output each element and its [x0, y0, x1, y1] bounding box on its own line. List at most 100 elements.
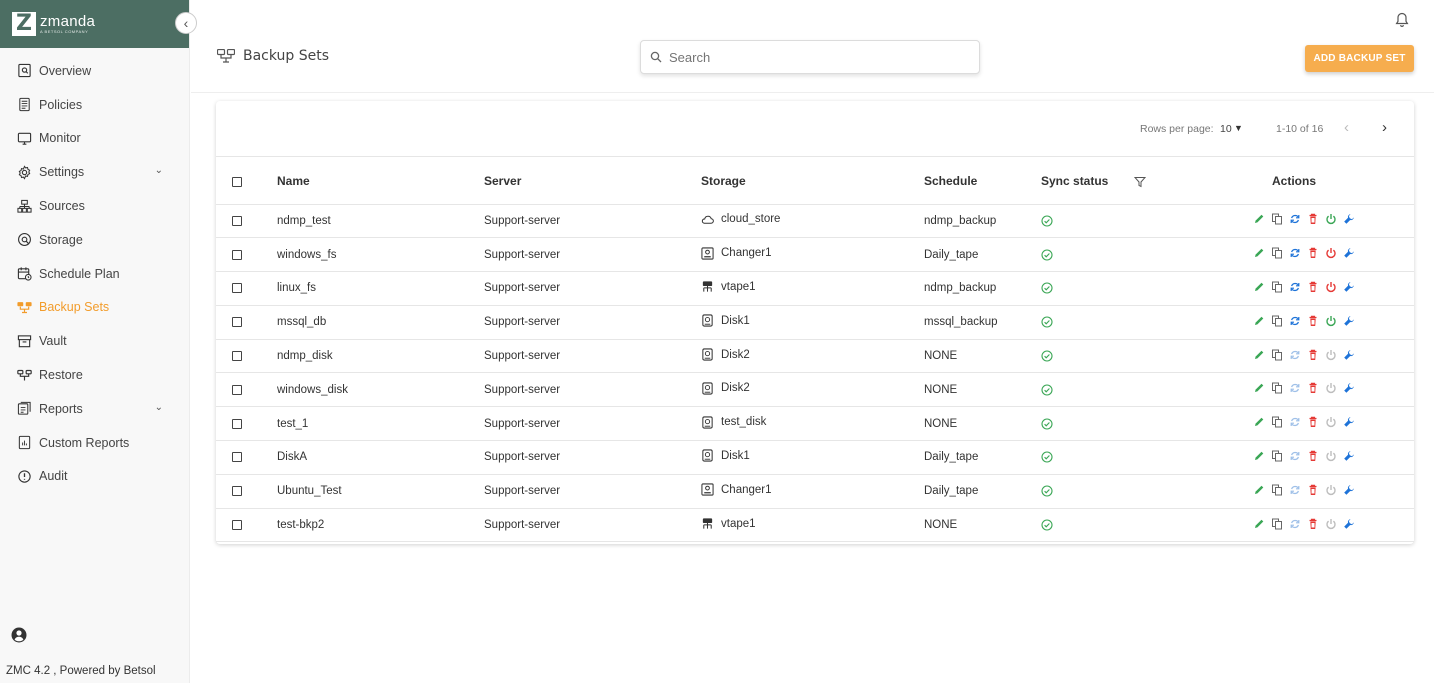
chevron-down-icon[interactable]: ⌄	[155, 402, 163, 413]
copy-icon[interactable]	[1271, 484, 1283, 496]
sync-icon[interactable]	[1289, 382, 1301, 394]
row-checkbox[interactable]	[232, 283, 242, 294]
row-checkbox[interactable]	[232, 351, 242, 362]
delete-icon[interactable]	[1307, 518, 1319, 530]
table-row[interactable]: linux_fs Support-server vtape1 ndmp_backup	[216, 271, 1414, 306]
edit-icon[interactable]	[1253, 382, 1265, 394]
wrench-icon[interactable]	[1343, 484, 1355, 496]
edit-icon[interactable]	[1253, 416, 1265, 428]
edit-icon[interactable]	[1253, 484, 1265, 496]
column-header-schedule[interactable]: Schedule	[924, 158, 1041, 205]
copy-icon[interactable]	[1271, 349, 1283, 361]
power-icon[interactable]	[1325, 315, 1337, 327]
wrench-icon[interactable]	[1343, 518, 1355, 530]
column-header-server[interactable]: Server	[484, 158, 701, 205]
copy-icon[interactable]	[1271, 450, 1283, 462]
copy-icon[interactable]	[1271, 518, 1283, 530]
sidebar-item-restore[interactable]: Restore	[0, 358, 189, 392]
power-icon[interactable]	[1325, 484, 1337, 496]
copy-icon[interactable]	[1271, 247, 1283, 259]
sync-icon[interactable]	[1289, 450, 1301, 462]
power-icon[interactable]	[1325, 416, 1337, 428]
power-icon[interactable]	[1325, 247, 1337, 259]
sidebar-item-storage[interactable]: Storage	[0, 223, 189, 257]
sidebar-item-vault[interactable]: Vault	[0, 324, 189, 358]
row-checkbox[interactable]	[232, 520, 242, 531]
table-row[interactable]: test-bkp2 Support-server vtape1 NONE	[216, 508, 1414, 543]
row-checkbox[interactable]	[232, 452, 242, 463]
delete-icon[interactable]	[1307, 416, 1319, 428]
sidebar-item-schedule-plan[interactable]: Schedule Plan	[0, 257, 189, 291]
sidebar-item-audit[interactable]: Audit	[0, 460, 189, 494]
add-backup-set-button[interactable]: ADD BACKUP SET	[1305, 45, 1414, 72]
wrench-icon[interactable]	[1343, 382, 1355, 394]
column-header-storage[interactable]: Storage	[701, 158, 924, 205]
sidebar-item-settings[interactable]: Settings ⌄	[0, 155, 189, 189]
sync-icon[interactable]	[1289, 518, 1301, 530]
edit-icon[interactable]	[1253, 281, 1265, 293]
sync-icon[interactable]	[1289, 484, 1301, 496]
delete-icon[interactable]	[1307, 281, 1319, 293]
wrench-icon[interactable]	[1343, 450, 1355, 462]
delete-icon[interactable]	[1307, 315, 1319, 327]
delete-icon[interactable]	[1307, 382, 1319, 394]
row-checkbox[interactable]	[232, 384, 242, 395]
wrench-icon[interactable]	[1343, 247, 1355, 259]
sync-icon[interactable]	[1289, 315, 1301, 327]
sidebar-item-reports[interactable]: Reports ⌄	[0, 392, 189, 426]
row-checkbox[interactable]	[232, 486, 242, 497]
delete-icon[interactable]	[1307, 349, 1319, 361]
sidebar-item-policies[interactable]: Policies	[0, 88, 189, 122]
table-row[interactable]: mssql_db Support-server Disk1 mssql_backup	[216, 305, 1414, 340]
delete-icon[interactable]	[1307, 450, 1319, 462]
power-icon[interactable]	[1325, 281, 1337, 293]
wrench-icon[interactable]	[1343, 281, 1355, 293]
table-row[interactable]: DiskA Support-server Disk1 Daily_tape	[216, 440, 1414, 475]
copy-icon[interactable]	[1271, 416, 1283, 428]
delete-icon[interactable]	[1307, 484, 1319, 496]
power-icon[interactable]	[1325, 213, 1337, 225]
previous-page-button[interactable]: ‹	[1344, 119, 1349, 136]
wrench-icon[interactable]	[1343, 349, 1355, 361]
collapse-sidebar-button[interactable]: ‹	[175, 12, 197, 34]
edit-icon[interactable]	[1253, 213, 1265, 225]
wrench-icon[interactable]	[1343, 213, 1355, 225]
edit-icon[interactable]	[1253, 349, 1265, 361]
copy-icon[interactable]	[1271, 382, 1283, 394]
search-box[interactable]	[640, 40, 980, 74]
next-page-button[interactable]: ›	[1382, 119, 1387, 136]
row-checkbox[interactable]	[232, 249, 242, 260]
sync-icon[interactable]	[1289, 281, 1301, 293]
sidebar-item-sources[interactable]: Sources	[0, 189, 189, 223]
edit-icon[interactable]	[1253, 247, 1265, 259]
sidebar-item-monitor[interactable]: Monitor	[0, 122, 189, 156]
wrench-icon[interactable]	[1343, 416, 1355, 428]
sync-icon[interactable]	[1289, 247, 1301, 259]
table-row[interactable]: ndmp_disk Support-server Disk2 NONE	[216, 339, 1414, 374]
power-icon[interactable]	[1325, 382, 1337, 394]
copy-icon[interactable]	[1271, 213, 1283, 225]
caret-down-icon[interactable]: ▼	[1234, 123, 1243, 133]
sidebar-item-backup-sets[interactable]: Backup Sets	[0, 291, 189, 325]
chevron-down-icon[interactable]: ⌄	[155, 165, 163, 176]
column-header-name[interactable]: Name	[277, 158, 484, 205]
filter-icon[interactable]	[1133, 174, 1147, 188]
power-icon[interactable]	[1325, 349, 1337, 361]
table-row[interactable]: windows_disk Support-server Disk2 NONE	[216, 372, 1414, 408]
sync-icon[interactable]	[1289, 349, 1301, 361]
table-row[interactable]: windows_fs Support-server Changer1 Daily_ta…	[216, 237, 1414, 273]
table-row[interactable]: test_1 Support-server test_disk NONE	[216, 406, 1414, 442]
search-input[interactable]	[669, 49, 949, 65]
sidebar-item-custom-reports[interactable]: Custom Reports	[0, 426, 189, 460]
edit-icon[interactable]	[1253, 315, 1265, 327]
delete-icon[interactable]	[1307, 213, 1319, 225]
table-row[interactable]: ndmp_test Support-server cloud_store ndmp_b…	[216, 204, 1414, 239]
table-row[interactable]: Ubuntu_Test Support-server Changer1 Daily_t…	[216, 474, 1414, 509]
edit-icon[interactable]	[1253, 450, 1265, 462]
row-checkbox[interactable]	[232, 215, 242, 226]
power-icon[interactable]	[1325, 518, 1337, 530]
wrench-icon[interactable]	[1343, 315, 1355, 327]
row-checkbox[interactable]	[232, 418, 242, 429]
sync-icon[interactable]	[1289, 416, 1301, 428]
copy-icon[interactable]	[1271, 281, 1283, 293]
